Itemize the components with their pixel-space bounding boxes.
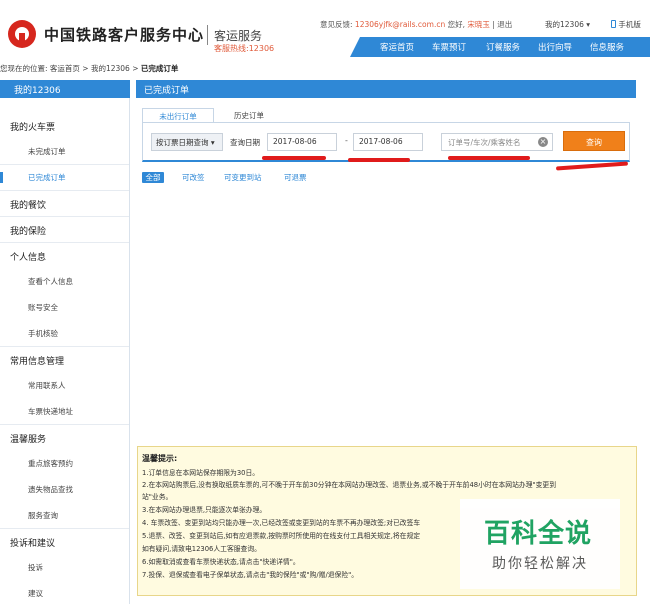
search-placeholder: 订单号/车次/乘客姓名 [448, 138, 521, 147]
railway-logo-icon[interactable] [8, 20, 36, 48]
title-divider [207, 25, 208, 45]
sidebar-item-priority-booking[interactable]: 重点旅客预约 [0, 458, 129, 469]
my12306-label: 我的12306 [545, 20, 584, 29]
feedback-label: 意见反馈: [320, 20, 353, 29]
sidebar-item-view-profile[interactable]: 查看个人信息 [0, 276, 129, 287]
annotation-underline [348, 158, 410, 162]
sidebar-divider [0, 190, 129, 191]
filter-all[interactable]: 全部 [142, 172, 164, 183]
top-links: 意见反馈: 12306yjfk@rails.com.cn 您好, 宋晓玉 | 退… [320, 19, 512, 30]
tip-line: 1.订单信息在本网站保存期限为30日。 [142, 469, 260, 477]
sidebar-cat-meals[interactable]: 我的餐饮 [0, 198, 129, 211]
query-button[interactable]: 查询 [563, 131, 625, 151]
sidebar-cat-insurance[interactable]: 我的保险 [0, 224, 129, 237]
sidebar-cat-feedback[interactable]: 投诉和建议 [0, 536, 129, 549]
page-title: 已完成订单 [136, 80, 636, 98]
hotline: 客服热线:12306 [214, 44, 275, 53]
nav-info[interactable]: 信息服务 [590, 41, 624, 53]
phone-icon [611, 20, 616, 28]
sidebar-item-account-security[interactable]: 账号安全 [0, 302, 129, 313]
date-range-dash: - [345, 136, 348, 145]
query-type-value: 按订票日期查询 [156, 138, 209, 147]
sidebar-item-completed-orders[interactable]: 已完成订单 [0, 172, 129, 183]
sub-title: 客运服务 [214, 29, 263, 43]
annotation-underline [262, 156, 326, 160]
tip-line: 站"业务。 [142, 493, 173, 501]
order-search-input[interactable]: 订单号/车次/乘客姓名 × [441, 133, 553, 151]
greeting: 您好, [447, 20, 465, 29]
query-date-label: 查询日期 [230, 138, 260, 147]
sidebar-item-suggestion[interactable]: 建议 [0, 588, 129, 599]
sidebar-item-unfinished-orders[interactable]: 未完成订单 [0, 146, 129, 157]
tip-line: 7.投保、退保或查看电子保单状态,请点击"我的保险"或"购/赠/退保险"。 [142, 571, 359, 579]
tab-upcoming-orders[interactable]: 未出行订单 [142, 108, 214, 122]
breadcrumb-path[interactable]: 您现在的位置: 客运首页 > 我的12306 > [0, 64, 139, 73]
breadcrumb-current: 已完成订单 [140, 64, 179, 73]
watermark: 百科全说 助你轻松解决 [460, 499, 620, 589]
sidebar-divider [0, 242, 129, 243]
filter-bar: 按订票日期查询 ▾ 查询日期 2017-08-06 - 2017-08-06 订… [142, 122, 630, 162]
date-from-input[interactable]: 2017-08-06 [267, 133, 337, 151]
tip-line: 如有疑问,请致电12306人工客服查询。 [142, 545, 261, 553]
tip-line: 4. 车票改签、变更到站均只能办理一次,已经改签或变更到站的车票不再办理改签;对… [142, 519, 421, 527]
top-sep: | [492, 20, 495, 29]
mobile-label: 手机版 [618, 20, 641, 29]
sidebar-item-contacts[interactable]: 常用联系人 [0, 380, 129, 391]
tip-line: 3.在本网站办理退票,只能逐次单张办理。 [142, 506, 267, 514]
site-title[interactable]: 中国铁路客户服务中心 [44, 24, 204, 45]
sidebar-cat-personal-info[interactable]: 个人信息 [0, 250, 129, 263]
logout-link[interactable]: 退出 [497, 20, 512, 29]
filter-changeable[interactable]: 可改签 [182, 172, 205, 183]
filter-refundable[interactable]: 可退票 [284, 172, 307, 183]
sidebar-title: 我的12306 [0, 80, 130, 98]
sidebar: 我的12306 我的火车票 未完成订单 已完成订单 我的餐饮 我的保险 个人信息… [0, 80, 130, 604]
page: 中国铁路客户服务中心 客运服务 客服热线:12306 意见反馈: 12306yj… [0, 0, 650, 604]
tip-line: 2.在本网站购票后,没有换取纸质车票的,可不晚于开车前30分钟在本网站办理改签、… [142, 481, 557, 489]
watermark-slogan: 助你轻松解决 [492, 556, 588, 572]
sidebar-divider [0, 164, 129, 165]
mobile-link[interactable]: 手机版 [611, 19, 641, 30]
dropdown-arrow-icon: ▾ [210, 138, 215, 147]
clear-icon[interactable]: × [538, 137, 548, 147]
breadcrumb: 您现在的位置: 客运首页 > 我的12306 > 已完成订单 [0, 63, 178, 74]
annotation-underline [448, 156, 530, 160]
sidebar-item-phone-verify[interactable]: 手机核验 [0, 328, 129, 339]
sidebar-cat-tickets[interactable]: 我的火车票 [0, 120, 129, 133]
sidebar-divider [0, 528, 129, 529]
sidebar-cat-common-info[interactable]: 常用信息管理 [0, 354, 129, 367]
sidebar-item-service-query[interactable]: 服务查询 [0, 510, 129, 521]
nav-home[interactable]: 客运首页 [380, 41, 414, 53]
tip-line: 6.如需取消或查看车票快递状态,请点击"快递详情"。 [142, 558, 300, 566]
sidebar-item-complaint[interactable]: 投诉 [0, 562, 129, 573]
tip-line: 5.退票、改签、变更到站后,如有应退票款,按购票时所使用的在线支付工具相关规定,… [142, 532, 421, 540]
filter-change-station[interactable]: 可变更到站 [224, 172, 262, 183]
main-nav: 客运首页 车票预订 订餐服务 出行向导 信息服务 [350, 37, 650, 57]
sidebar-divider [0, 216, 129, 217]
site-header: 中国铁路客户服务中心 客运服务 客服热线:12306 意见反馈: 12306yj… [0, 0, 650, 60]
date-to-input[interactable]: 2017-08-06 [353, 133, 423, 151]
feedback-email[interactable]: 12306yjfk@rails.com.cn [355, 20, 445, 29]
nav-travel-guide[interactable]: 出行向导 [538, 41, 572, 53]
nav-tickets[interactable]: 车票预订 [432, 41, 466, 53]
tab-history-orders[interactable]: 历史订单 [224, 108, 274, 122]
sidebar-cat-warm-service[interactable]: 温馨服务 [0, 432, 129, 445]
sidebar-divider [0, 346, 129, 347]
user-name[interactable]: 宋晓玉 [467, 20, 490, 29]
query-type-select[interactable]: 按订票日期查询 ▾ [151, 133, 223, 151]
chevron-down-icon: ▾ [586, 20, 591, 29]
nav-meals[interactable]: 订餐服务 [486, 41, 520, 53]
sidebar-item-lost-found[interactable]: 遗失物品查找 [0, 484, 129, 495]
my12306-menu[interactable]: 我的12306 ▾ [545, 19, 590, 30]
watermark-brand: 百科全说 [484, 519, 593, 549]
sidebar-item-delivery-address[interactable]: 车票快递地址 [0, 406, 129, 417]
sidebar-divider [0, 424, 129, 425]
tips-title: 温馨提示: [142, 454, 178, 463]
